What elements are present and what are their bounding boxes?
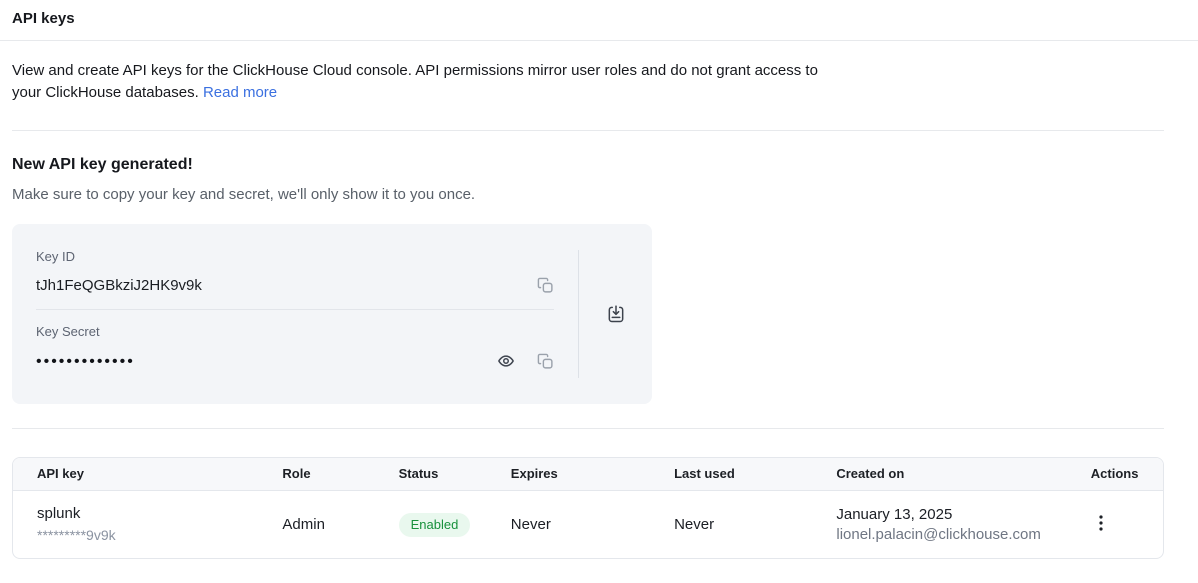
page-title: API keys (12, 9, 1186, 28)
copy-key-id-button[interactable] (537, 277, 554, 294)
created-by-email: lionel.palacin@clickhouse.com (836, 525, 1058, 545)
cell-status: Enabled (375, 491, 487, 559)
cell-role: Admin (258, 491, 374, 559)
cell-actions (1067, 491, 1163, 559)
created-date: January 13, 2025 (836, 505, 1058, 525)
kebab-menu-icon (1099, 515, 1103, 531)
status-badge: Enabled (399, 513, 471, 537)
column-header-api-key: API key (13, 458, 258, 491)
copy-icon (537, 277, 554, 294)
section-divider (12, 428, 1164, 429)
cell-expires: Never (487, 491, 650, 559)
column-header-expires: Expires (487, 458, 650, 491)
copy-secret-button[interactable] (537, 353, 554, 370)
key-secret-masked-value: ••••••••••••• (36, 353, 135, 370)
key-id-value: tJh1FeQGBkziJ2HK9v9k (36, 277, 202, 294)
column-header-status: Status (375, 458, 487, 491)
api-key-masked: *********9v9k (37, 526, 250, 545)
column-header-last-used: Last used (650, 458, 812, 491)
generated-key-panel: Key ID tJh1FeQGBkziJ2HK9v9k Key Secret •… (12, 224, 652, 404)
api-keys-table: API key Role Status Expires Last used Cr… (12, 457, 1164, 559)
download-icon (606, 304, 626, 324)
row-actions-menu-button[interactable] (1099, 515, 1103, 531)
table-row: splunk *********9v9k Admin Enabled Never… (13, 491, 1163, 559)
key-secret-row: ••••••••••••• (36, 352, 554, 370)
key-secret-actions (497, 352, 554, 370)
content-area: View and create API keys for the ClickHo… (12, 60, 1164, 559)
key-secret-label: Key Secret (36, 324, 554, 339)
new-key-banner-subtitle: Make sure to copy your key and secret, w… (12, 185, 1164, 204)
table-header: API key Role Status Expires Last used Cr… (13, 458, 1163, 491)
key-panel-download-area (579, 224, 652, 404)
eye-icon (497, 352, 515, 370)
reveal-secret-button[interactable] (497, 352, 515, 370)
key-fields: Key ID tJh1FeQGBkziJ2HK9v9k Key Secret •… (12, 224, 578, 404)
key-id-row: tJh1FeQGBkziJ2HK9v9k (36, 277, 554, 294)
page-description: View and create API keys for the ClickHo… (12, 60, 832, 103)
cell-last-used: Never (650, 491, 812, 559)
key-id-label: Key ID (36, 249, 554, 264)
cell-api-key: splunk *********9v9k (13, 491, 258, 559)
column-header-actions: Actions (1067, 458, 1163, 491)
page-header: API keys (0, 0, 1198, 41)
column-header-created-on: Created on (812, 458, 1066, 491)
column-header-role: Role (258, 458, 374, 491)
download-key-button[interactable] (606, 304, 626, 324)
section-divider (12, 130, 1164, 131)
description-text: View and create API keys for the ClickHo… (12, 62, 818, 101)
key-fields-divider (36, 309, 554, 310)
read-more-link[interactable]: Read more (203, 84, 277, 101)
api-key-name: splunk (37, 504, 250, 524)
cell-created-on: January 13, 2025 lionel.palacin@clickhou… (812, 491, 1066, 559)
new-key-banner-title: New API key generated! (12, 155, 1164, 175)
copy-icon (537, 353, 554, 370)
